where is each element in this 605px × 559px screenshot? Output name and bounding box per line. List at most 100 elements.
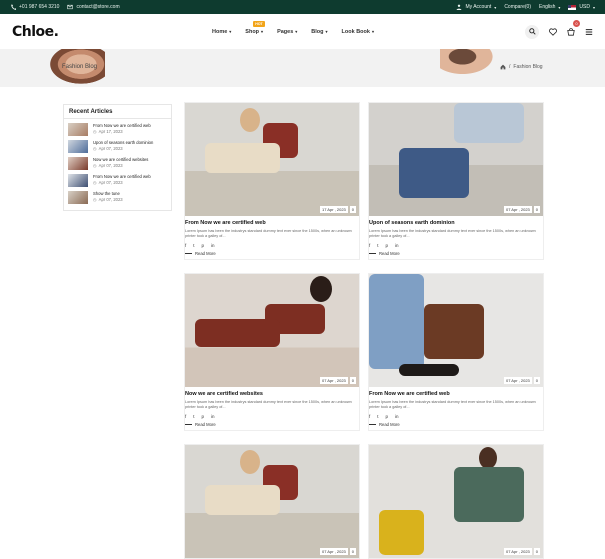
- article-thumbnail[interactable]: [68, 123, 88, 136]
- email-info[interactable]: contact@store.com: [67, 4, 120, 10]
- mail-icon: [67, 4, 74, 10]
- twitter-icon[interactable]: t: [193, 243, 194, 248]
- list-item[interactable]: Upon of seasons earth dominion ◷ Apr 07, 2…: [68, 138, 167, 155]
- clock-icon: ◷: [93, 145, 97, 151]
- post-image[interactable]: 07 Apr , 2023 0: [369, 274, 543, 387]
- article-thumbnail[interactable]: [68, 140, 88, 153]
- nav-item-pages[interactable]: Pages ▾: [277, 29, 297, 35]
- list-item[interactable]: From Now we are certified web ◷ Apr 17, 20…: [68, 121, 167, 138]
- nav-item-home[interactable]: Home ▾: [212, 29, 231, 35]
- facebook-icon[interactable]: f: [369, 243, 370, 248]
- pinterest-icon[interactable]: p: [202, 243, 205, 248]
- article-thumbnail[interactable]: [68, 191, 88, 204]
- nav-item-shop[interactable]: HOT Shop ▾: [245, 20, 265, 35]
- model-figure: [205, 143, 280, 173]
- chevron-down-icon: ▾: [494, 4, 497, 10]
- pinterest-icon[interactable]: p: [386, 414, 389, 419]
- main-nav: Home ▾ HOT Shop ▾ Pages ▾ Blog ▾ Look Book ▾: [212, 14, 374, 49]
- comment-count: 0: [533, 548, 540, 555]
- linkedin-icon[interactable]: in: [211, 243, 215, 248]
- model-figure: [479, 447, 497, 469]
- home-icon[interactable]: [500, 64, 506, 70]
- read-more-link[interactable]: Read More: [185, 251, 359, 256]
- model-figure: [454, 103, 524, 143]
- post-date: 17 Apr , 2023: [319, 206, 348, 213]
- currency-select[interactable]: USD ▾: [568, 4, 595, 10]
- phone-info[interactable]: +01 987 654 3210: [10, 4, 59, 10]
- comment-count: 0: [349, 206, 356, 213]
- nav-label: Look Book: [341, 28, 370, 35]
- linkedin-icon[interactable]: in: [395, 414, 399, 419]
- read-more-link[interactable]: Read More: [369, 422, 543, 427]
- twitter-icon[interactable]: t: [193, 414, 194, 419]
- pinterest-icon[interactable]: p: [386, 243, 389, 248]
- pinterest-icon[interactable]: p: [202, 414, 205, 419]
- list-item[interactable]: From Now we are certified web ◷ Apr 07, 20…: [68, 172, 167, 189]
- clock-icon: ◷: [93, 196, 97, 202]
- post-image[interactable]: 07 Apr , 2023 0: [185, 445, 359, 558]
- top-bar: +01 987 654 3210 contact@store.com My Ac…: [0, 0, 605, 14]
- facebook-icon[interactable]: f: [185, 414, 186, 419]
- post-date: 07 Apr , 2023: [319, 377, 348, 384]
- post-image[interactable]: 07 Apr , 2023 0: [369, 445, 543, 558]
- user-icon: [457, 4, 462, 10]
- post-excerpt: Lorem Ipsum has been the industrys stand…: [185, 229, 352, 238]
- article-thumbnail[interactable]: [68, 174, 88, 187]
- cart-button[interactable]: 0: [567, 19, 580, 41]
- heart-icon[interactable]: [549, 27, 557, 36]
- list-item[interactable]: Show the tune ◷ Apr 07, 2023: [68, 189, 167, 206]
- model-figure: [454, 467, 524, 522]
- article-thumbnail[interactable]: [68, 157, 88, 170]
- model-figure: [379, 510, 424, 555]
- nav-label: Pages: [277, 28, 294, 35]
- nav-label: Home: [212, 28, 228, 35]
- read-more-link[interactable]: Read More: [369, 251, 543, 256]
- nav-item-blog[interactable]: Blog ▾: [311, 29, 327, 35]
- post-title[interactable]: Now we are certified websites: [185, 391, 359, 397]
- model-figure: [240, 108, 260, 132]
- post-image[interactable]: 17 Apr , 2023 0: [185, 103, 359, 216]
- site-logo[interactable]: Chloe.: [12, 24, 132, 40]
- article-date: Apr 17, 2023: [98, 128, 123, 134]
- comment-count: 0: [349, 377, 356, 384]
- post-title[interactable]: Upon of seasons earth dominion: [369, 220, 543, 226]
- post-title[interactable]: From Now we are certified web: [369, 391, 543, 397]
- nav-label: Shop: [245, 28, 260, 35]
- menu-icon[interactable]: [585, 28, 593, 36]
- nav-item-lookbook[interactable]: Look Book ▾: [342, 29, 374, 35]
- chevron-down-icon: ▾: [295, 29, 298, 34]
- chevron-down-icon: ▾: [261, 29, 264, 34]
- post-excerpt: Lorem Ipsum has been the industrys stand…: [369, 229, 536, 238]
- compare-link[interactable]: Compare(0): [504, 4, 531, 10]
- linkedin-icon[interactable]: in: [395, 243, 399, 248]
- blog-post-card: 07 Apr , 2023 0 From Now we are certified…: [368, 273, 544, 431]
- model-figure: [240, 450, 260, 474]
- model-figure: [399, 364, 459, 376]
- language-select[interactable]: English ▾: [539, 4, 560, 10]
- breadcrumb-current: Fashion Blog: [513, 64, 543, 70]
- twitter-icon[interactable]: t: [377, 414, 378, 419]
- hot-badge: HOT: [253, 20, 265, 27]
- phone-icon: [11, 4, 16, 10]
- read-more-link[interactable]: Read More: [185, 422, 359, 427]
- post-excerpt: Lorem Ipsum has been the industrys stand…: [185, 400, 352, 409]
- post-date: 07 Apr , 2023: [503, 548, 532, 555]
- facebook-icon[interactable]: f: [185, 243, 186, 248]
- comment-count: 0: [349, 548, 356, 555]
- share-links: f t p in: [369, 414, 543, 419]
- post-image[interactable]: 07 Apr , 2023 0: [185, 274, 359, 387]
- twitter-icon[interactable]: t: [377, 243, 378, 248]
- post-date: 07 Apr , 2023: [503, 377, 532, 384]
- linkedin-icon[interactable]: in: [211, 414, 215, 419]
- list-item[interactable]: Now we are certified websites ◷ Apr 07, 20…: [68, 155, 167, 172]
- post-image[interactable]: 07 Apr , 2023 0: [369, 103, 543, 216]
- share-links: f t p in: [369, 243, 543, 248]
- currency-label: USD: [579, 4, 590, 10]
- account-menu[interactable]: My Account ▾: [456, 4, 496, 10]
- facebook-icon[interactable]: f: [369, 414, 370, 419]
- post-title[interactable]: From Now we are certified web: [185, 220, 359, 226]
- search-button[interactable]: [525, 24, 539, 39]
- article-date: Apr 07, 2023: [98, 196, 123, 202]
- clock-icon: ◷: [93, 128, 97, 134]
- article-date: Apr 07, 2023: [98, 179, 123, 185]
